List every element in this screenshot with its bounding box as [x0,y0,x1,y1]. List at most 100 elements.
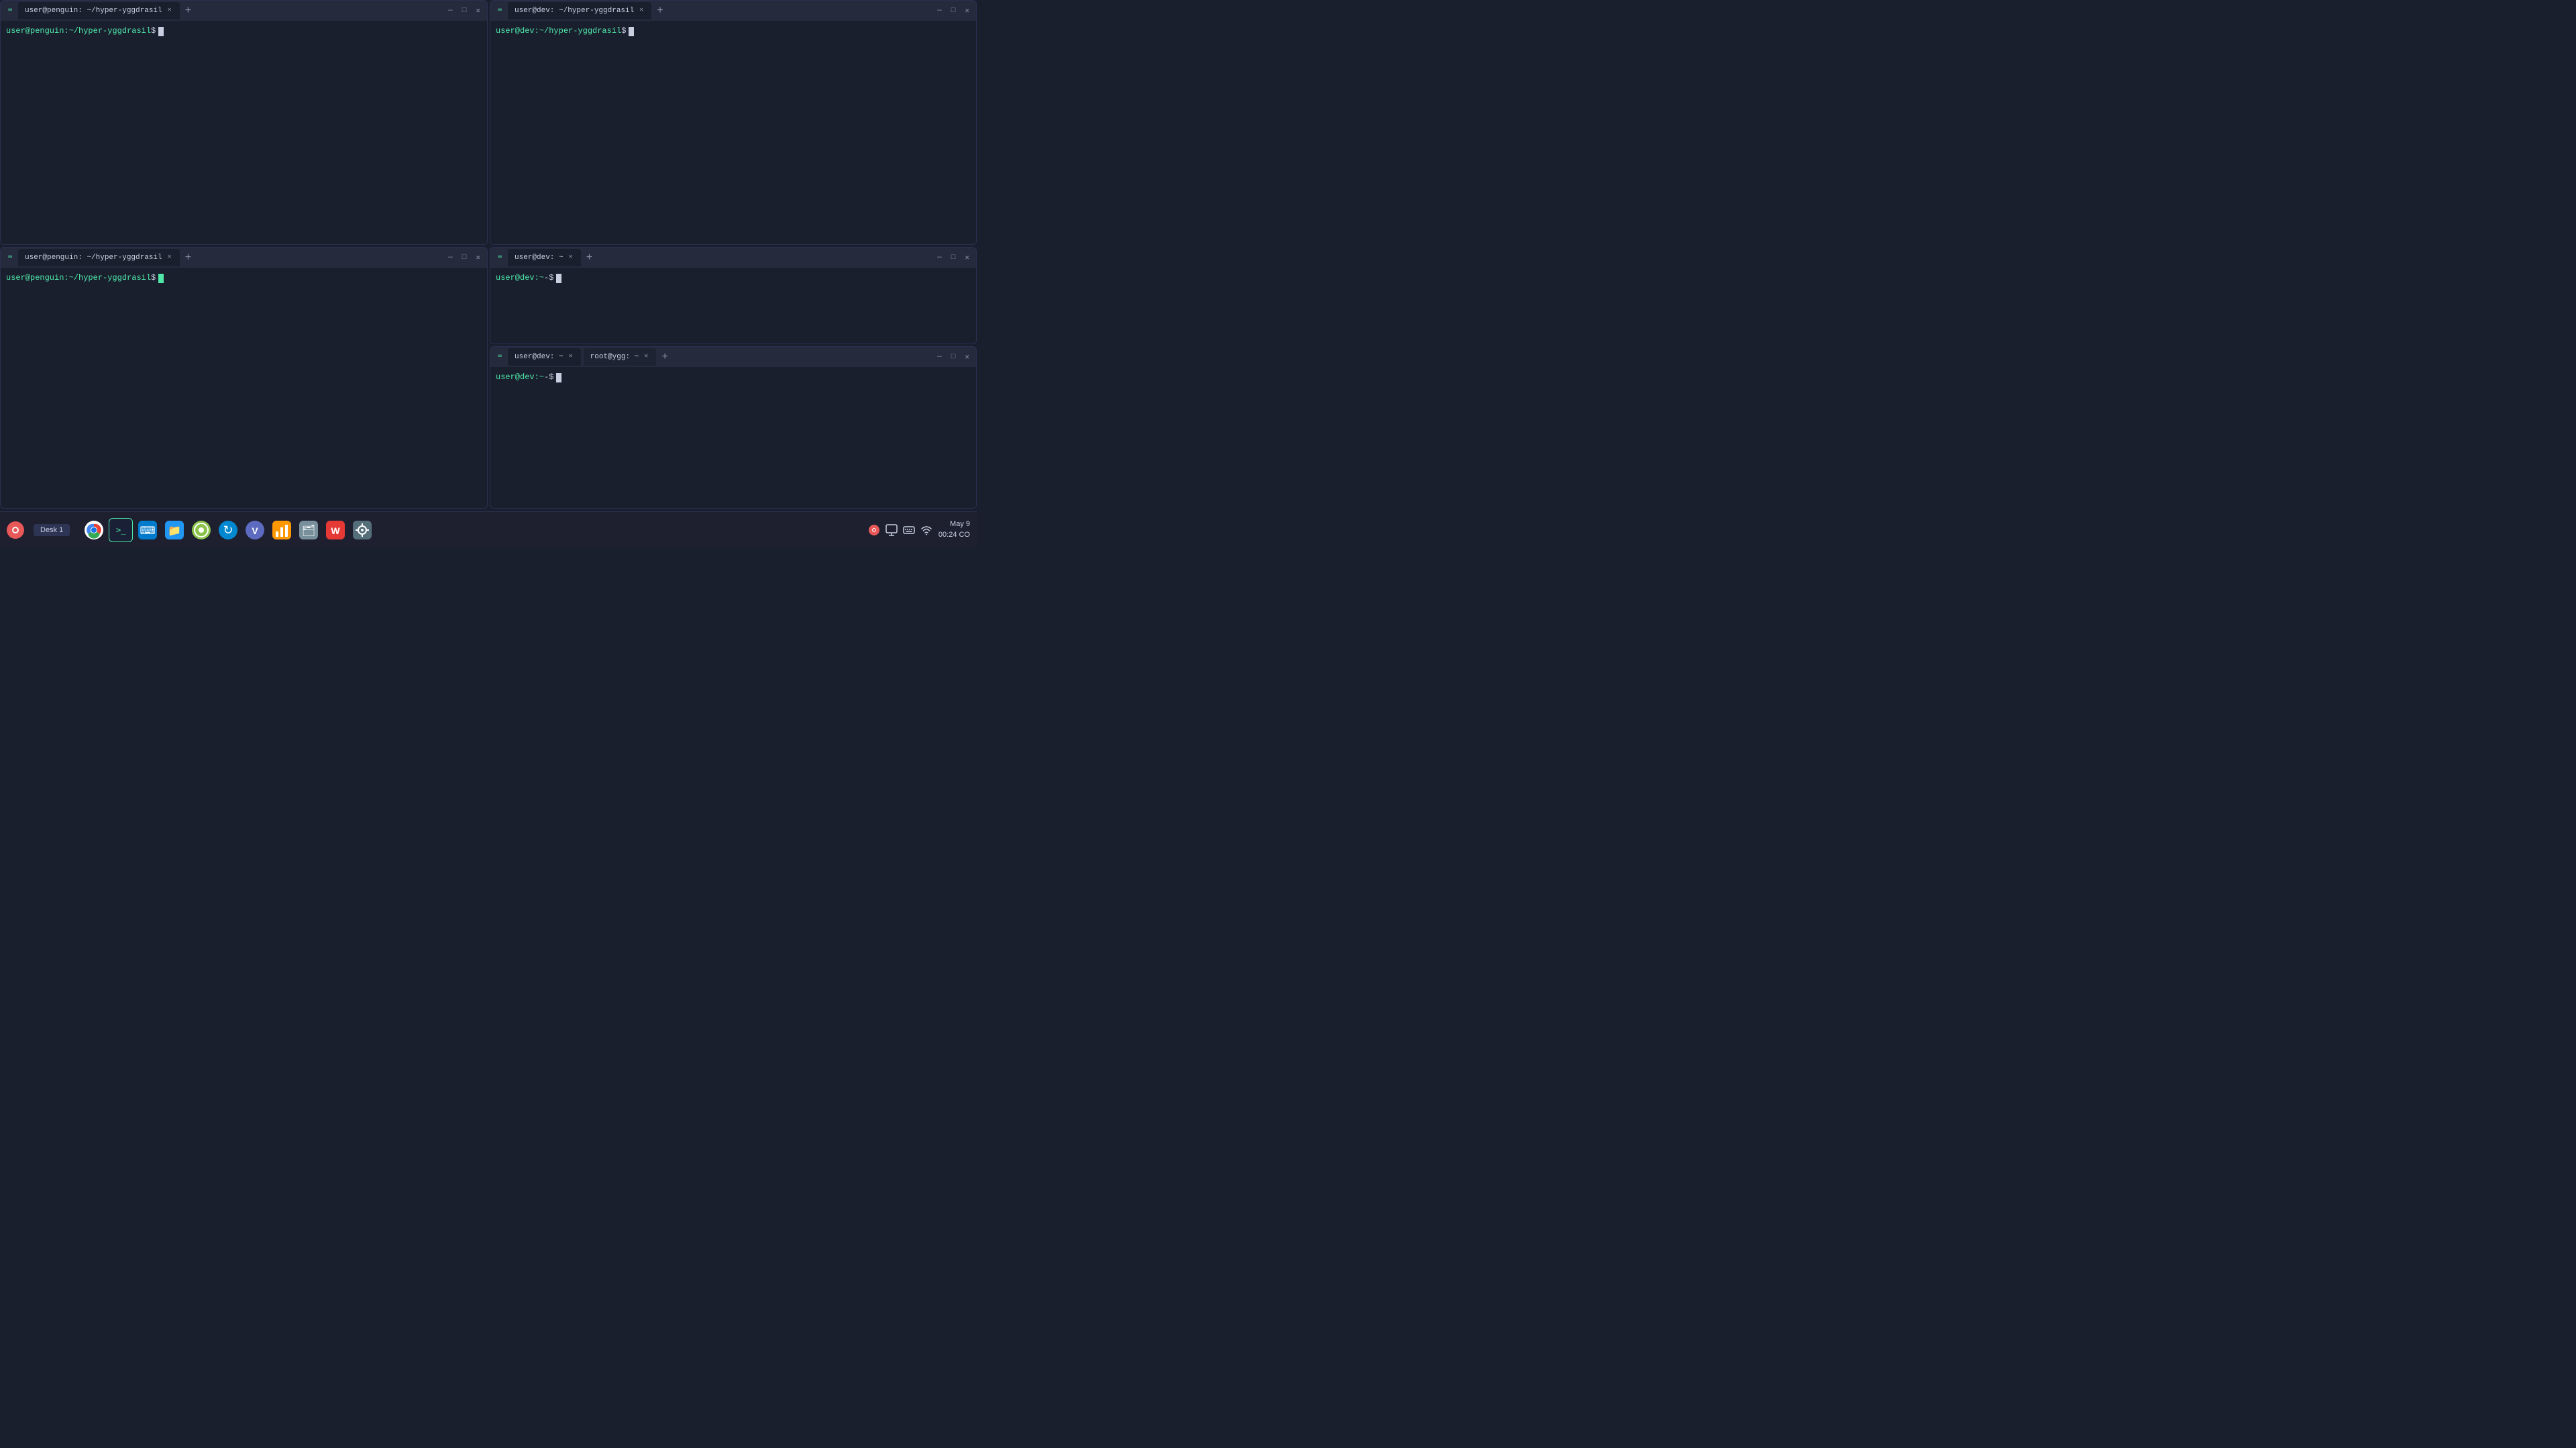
window-controls-1: — □ ✕ [445,5,483,17]
activity-dot [12,527,19,533]
prompt-path-1: :~/hyper-yggdrasil [64,25,151,38]
keyboard-icon[interactable] [902,523,916,537]
apps-icon[interactable] [189,518,213,542]
terminal-icon-1: ⌨ [5,5,15,16]
terminal-icon-2: ⌨ [494,5,505,16]
tab-4-1[interactable]: user@dev: ~ ✕ [508,249,581,266]
prompt-dollar-1: $ [151,25,156,38]
prompt-3: user@penguin :~/hyper-yggdrasil $ [6,272,482,285]
system-icons [867,523,933,537]
minimize-btn-2[interactable]: — [934,5,945,16]
tab-2-1-close[interactable]: ✕ [638,7,645,15]
display-icon[interactable] [885,523,898,537]
tab-2-1[interactable]: user@dev: ~/hyper-yggdrasil ✕ [508,2,651,19]
prompt-path-2: :~/hyper-yggdrasil [535,25,622,38]
prompt-5: user@dev :~ -$ [496,371,971,384]
svg-text:🗂: 🗂 [302,525,315,537]
sync-icon[interactable]: ↻ [216,518,240,542]
terminal-window-1: ⌨ user@penguin: ~/hyper-yggdrasil ✕ + — … [0,0,488,245]
prompt-2: user@dev :~/hyper-yggdrasil $ [496,25,971,38]
cursor-4 [556,274,561,283]
prompt-user-2: user@dev [496,25,535,38]
notification-icon[interactable] [867,523,881,537]
tab-3-1[interactable]: user@penguin: ~/hyper-yggdrasil ✕ [18,249,180,266]
minimize-btn-4[interactable]: — [934,252,945,263]
terminal-icon-5: ⌨ [494,352,505,362]
minimize-btn-3[interactable]: — [445,252,455,263]
settings-icon[interactable] [350,518,374,542]
minimize-btn-5[interactable]: — [934,352,945,362]
tab-5-1[interactable]: user@dev: ~ ✕ [508,348,581,366]
tab-2-add[interactable]: + [654,5,666,17]
terminal-body-2[interactable]: user@dev :~/hyper-yggdrasil $ [490,21,976,244]
vscode-icon[interactable]: ⌨ [136,518,160,542]
taskbar-right: May 9 00:24 CO [867,519,970,540]
chart-icon[interactable] [270,518,294,542]
window-controls-2: — □ ✕ [934,5,972,17]
tab-5-2-close[interactable]: ✕ [643,353,649,361]
terminal-body-4[interactable]: user@dev :~ -$ [490,268,976,344]
chrome-icon[interactable] [82,518,106,542]
tab-4-add[interactable]: + [584,252,596,264]
activity-button[interactable] [7,521,24,539]
terminal-icon-3: ⌨ [5,252,15,263]
tab-1-1-close[interactable]: ✕ [166,7,173,15]
desk-label[interactable]: Desk 1 [34,524,70,536]
close-btn-1[interactable]: ✕ [473,5,483,17]
close-btn-2[interactable]: ✕ [962,5,972,17]
minimize-btn-1[interactable]: — [445,5,455,16]
tab-2-1-label: user@dev: ~/hyper-yggdrasil [515,7,634,15]
tab-5-add[interactable]: + [659,351,671,363]
window-controls-5: — □ ✕ [934,351,972,363]
webapp-icon[interactable]: W [323,518,347,542]
vpn-icon[interactable]: V [243,518,267,542]
svg-text:📁: 📁 [168,525,181,537]
files-icon[interactable]: 📁 [162,518,186,542]
terminal-body-5[interactable]: user@dev :~ -$ [490,367,976,508]
time-line: 00:24 CO [938,530,970,540]
terminal-body-1[interactable]: user@penguin :~/hyper-yggdrasil $ [1,21,487,244]
tab-5-2[interactable]: root@ygg: ~ ✕ [584,348,657,366]
tab-4-1-close[interactable]: ✕ [568,254,574,262]
title-bar-3: ⌨ user@penguin: ~/hyper-yggdrasil ✕ + — … [1,248,487,268]
close-btn-3[interactable]: ✕ [473,252,483,264]
close-btn-4[interactable]: ✕ [962,252,972,264]
title-bar-2: ⌨ user@dev: ~/hyper-yggdrasil ✕ + — □ ✕ [490,1,976,21]
cursor-3 [158,274,164,283]
terminal-window-4: ⌨ user@dev: ~ ✕ + — □ ✕ user@dev :~ -$ [490,247,977,344]
prompt-user-5: user@dev [496,371,535,384]
prompt-path-3: :~/hyper-yggdrasil [64,272,151,285]
svg-text:V: V [252,525,259,536]
maximize-btn-2[interactable]: □ [949,5,959,16]
prompt-dollar-3: $ [151,272,156,285]
prompt-dollar-4: -$ [544,272,553,285]
terminal-window-2: ⌨ user@dev: ~/hyper-yggdrasil ✕ + — □ ✕ … [490,0,977,245]
close-btn-5[interactable]: ✕ [962,351,972,363]
tab-3-add[interactable]: + [182,252,195,264]
taskbar-icons: >_ ⌨ 📁 ↻ [82,518,374,542]
maximize-btn-5[interactable]: □ [949,352,959,362]
cursor-5 [556,373,561,382]
tab-1-1[interactable]: user@penguin: ~/hyper-yggdrasil ✕ [18,2,180,19]
cursor-2 [629,27,634,36]
tab-5-2-label: root@ygg: ~ [590,353,639,361]
tab-4-1-label: user@dev: ~ [515,254,564,262]
terminal-window-5: ⌨ user@dev: ~ ✕ root@ygg: ~ ✕ + — □ ✕ us… [490,346,977,509]
terminal-window-3: ⌨ user@penguin: ~/hyper-yggdrasil ✕ + — … [0,247,488,509]
terminal-body-3[interactable]: user@penguin :~/hyper-yggdrasil $ [1,268,487,508]
hyper-terminal-icon[interactable]: >_ [109,518,133,542]
maximize-btn-4[interactable]: □ [949,252,959,263]
folder-icon[interactable]: 🗂 [297,518,321,542]
tab-5-1-close[interactable]: ✕ [568,353,574,361]
tab-3-1-close[interactable]: ✕ [166,254,173,262]
wifi-icon[interactable] [920,523,933,537]
cursor-1 [158,27,164,36]
taskbar: Desk 1 >_ ⌨ [0,511,977,548]
svg-text:⌨: ⌨ [140,525,156,537]
tab-1-1-label: user@penguin: ~/hyper-yggdrasil [25,7,162,15]
maximize-btn-1[interactable]: □ [460,5,470,16]
prompt-path-4: :~ [535,272,544,285]
tab-1-add[interactable]: + [182,5,195,17]
maximize-btn-3[interactable]: □ [460,252,470,263]
window-controls-4: — □ ✕ [934,252,972,264]
